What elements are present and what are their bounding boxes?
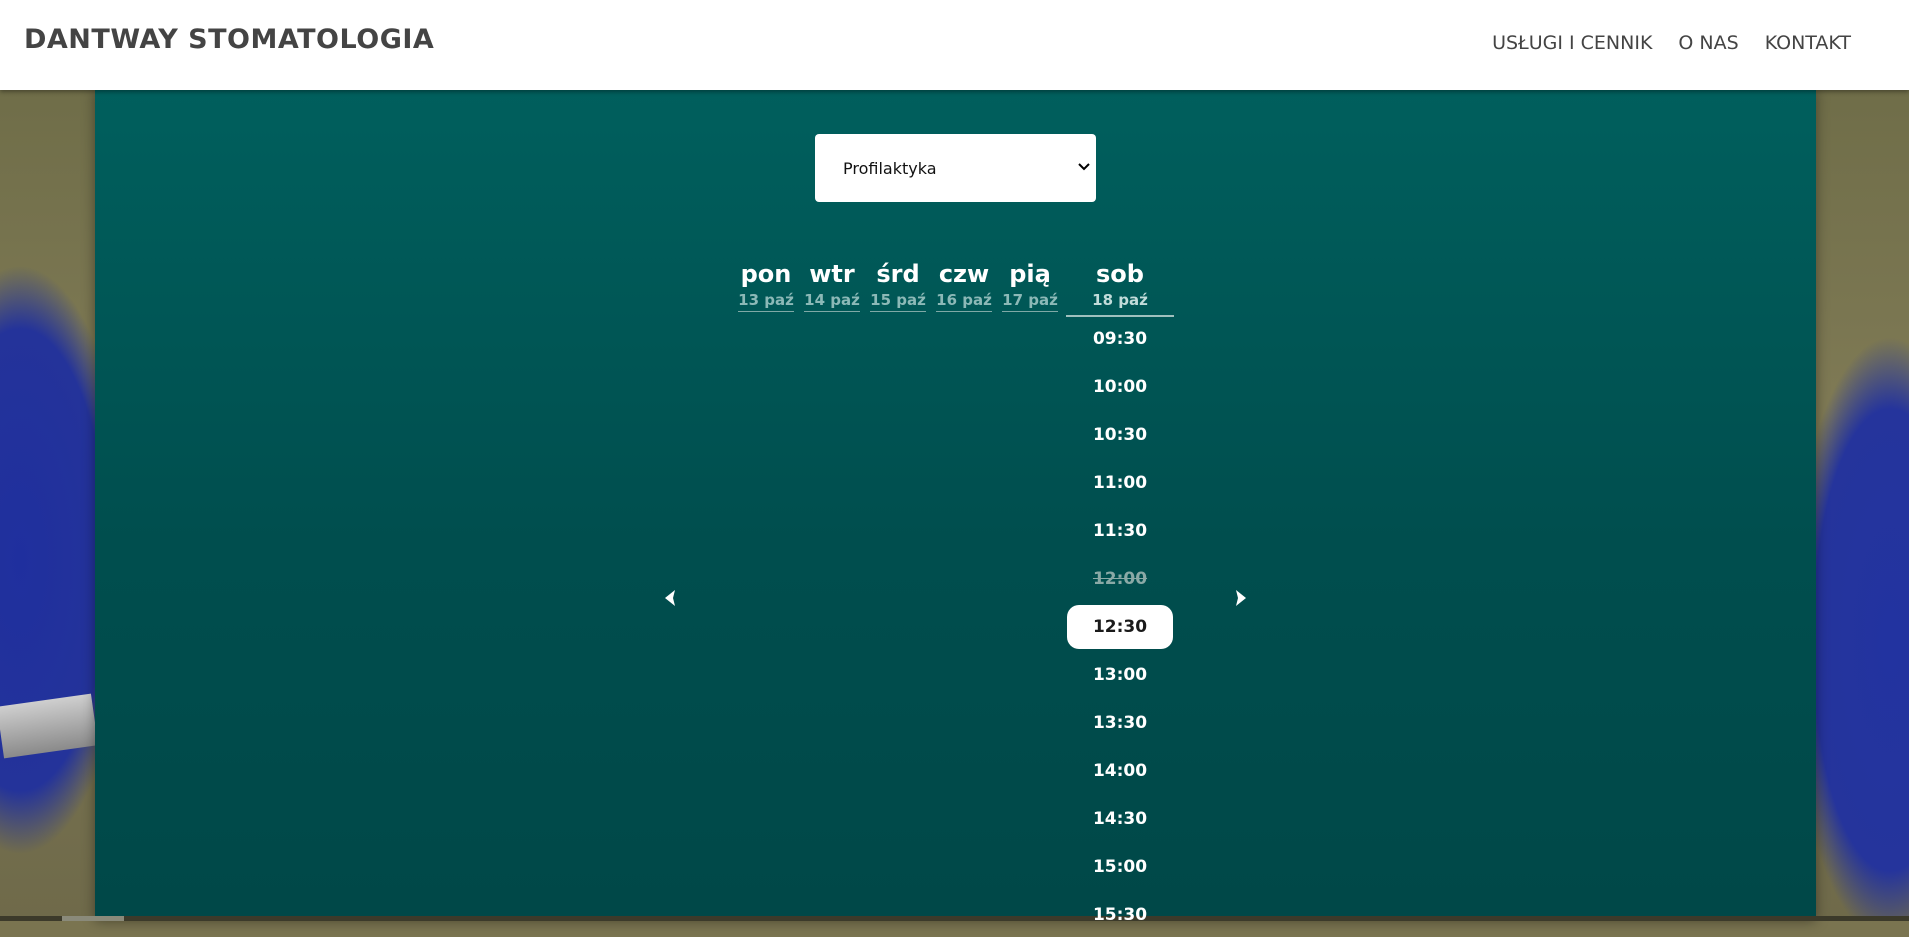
day-date: 14 paź	[804, 290, 860, 312]
service-select-wrapper: Profilaktyka	[815, 134, 1096, 202]
day-date: 18 paź	[1092, 291, 1148, 309]
day-column-srd[interactable]: śrd 15 paź	[863, 258, 933, 312]
nav-kontakt[interactable]: KONTAKT	[1765, 32, 1851, 54]
day-name: śrd	[876, 260, 920, 288]
time-slot[interactable]: 13:30	[1067, 701, 1173, 745]
brand-logo[interactable]: DANTWAY STOMATOLOGIA	[24, 24, 434, 55]
booking-panel	[95, 90, 1816, 921]
day-date: 16 paź	[936, 290, 992, 312]
day-name: sob	[1096, 260, 1144, 288]
day-column-pon[interactable]: pon 13 paź	[731, 258, 801, 312]
day-column-wtr[interactable]: wtr 14 paź	[797, 258, 867, 312]
time-slot[interactable]: 13:00	[1067, 653, 1173, 697]
day-column-czw[interactable]: czw 16 paź	[929, 258, 999, 312]
day-column-sob[interactable]: sob 18 paź	[1066, 258, 1174, 317]
day-name: pią	[1009, 260, 1051, 288]
day-name: pon	[740, 260, 792, 288]
day-date: 13 paź	[738, 290, 794, 312]
time-slot[interactable]: 11:30	[1067, 509, 1173, 553]
day-name: czw	[938, 260, 990, 288]
time-slot[interactable]: 09:30	[1067, 317, 1173, 361]
nav-uslugi-i-cennik[interactable]: USŁUGI I CENNIK	[1492, 32, 1652, 54]
site-header: DANTWAY STOMATOLOGIA USŁUGI I CENNIK O N…	[0, 0, 1909, 90]
chevron-left-icon[interactable]	[659, 586, 683, 610]
chevron-right-icon[interactable]	[1228, 586, 1252, 610]
service-select[interactable]: Profilaktyka	[815, 134, 1096, 202]
horizontal-scrollbar[interactable]	[0, 916, 1909, 921]
day-date: 15 paź	[870, 290, 926, 312]
dental-instrument	[0, 693, 99, 759]
time-slot[interactable]: 15:30	[1067, 893, 1173, 937]
time-slot[interactable]: 10:00	[1067, 365, 1173, 409]
day-name: wtr	[809, 260, 855, 288]
time-slot[interactable]: 11:00	[1067, 461, 1173, 505]
time-slot[interactable]: 14:30	[1067, 797, 1173, 841]
day-date: 17 paź	[1002, 290, 1058, 312]
time-slot[interactable]: 14:00	[1067, 749, 1173, 793]
day-column-pia[interactable]: pią 17 paź	[995, 258, 1065, 312]
nav-o-nas[interactable]: O NAS	[1678, 32, 1738, 54]
main-nav: USŁUGI I CENNIK O NAS KONTAKT	[1492, 32, 1851, 54]
time-slot[interactable]: 15:00	[1067, 845, 1173, 889]
time-slot: 12:00	[1092, 569, 1148, 589]
time-slot[interactable]: 10:30	[1067, 413, 1173, 457]
time-slot[interactable]: 12:30	[1067, 605, 1173, 649]
scrollbar-thumb[interactable]	[62, 916, 124, 921]
